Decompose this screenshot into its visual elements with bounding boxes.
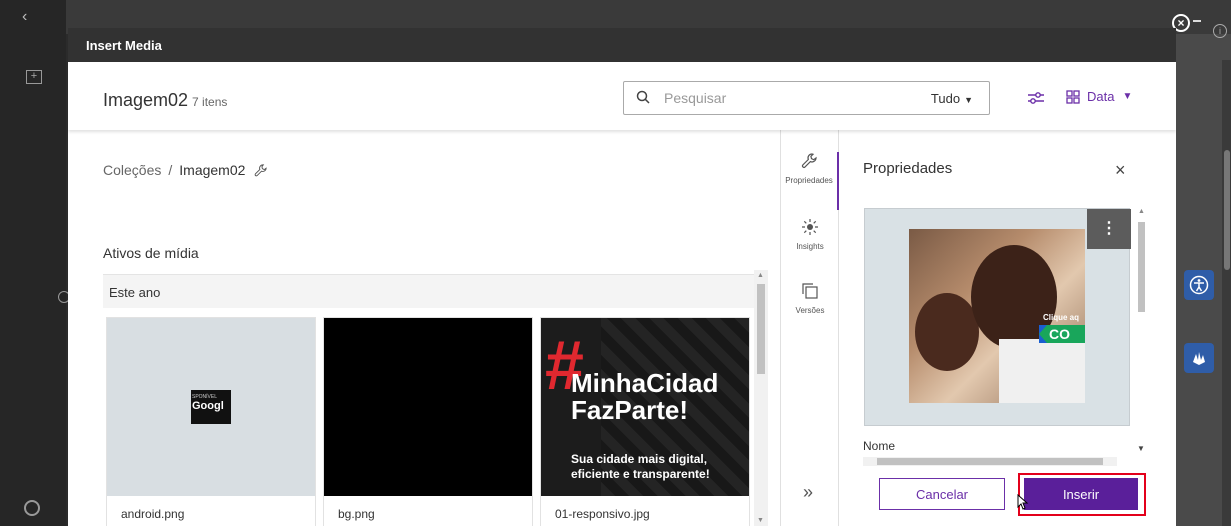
info-icon[interactable]: i — [1213, 24, 1227, 38]
rail-tab-properties[interactable]: Propriedades — [781, 152, 839, 210]
chevron-down-icon: ▼ — [1122, 91, 1133, 102]
properties-panel: Propriedades × Clique aq CO ⋮ ▲ Nome ▼ C… — [839, 130, 1176, 526]
versions-icon — [802, 283, 818, 299]
folder-title: Imagem02 7 itens — [103, 90, 227, 111]
rail-label: Versões — [795, 306, 825, 315]
breadcrumb-current: Imagem02 — [179, 162, 246, 178]
sun-icon — [802, 219, 818, 235]
image-shape — [915, 293, 979, 371]
asset-scrollbar[interactable]: ▲ ▼ — [754, 270, 768, 526]
accessibility-icon — [1189, 275, 1209, 295]
image-shape — [999, 339, 1085, 403]
asset-card[interactable]: # MinhaCidad FazParte! Sua cidade mais di… — [540, 317, 750, 526]
search-icon — [636, 90, 650, 104]
asset-thumbnail: # MinhaCidad FazParte! Sua cidade mais di… — [541, 318, 749, 496]
add-panel-icon[interactable]: + — [26, 70, 42, 84]
breadcrumb-separator: / — [168, 162, 173, 178]
rail-label: Insights — [796, 242, 824, 251]
asset-preview: Clique aq CO ⋮ — [864, 208, 1131, 426]
panel-scrollbar[interactable]: ▲ — [1136, 208, 1146, 458]
back-chevron-icon[interactable]: ‹ — [22, 8, 27, 26]
thumbnail-text: Googl — [192, 400, 224, 412]
name-field-label: Nome — [863, 439, 896, 453]
close-icon[interactable]: × — [1115, 160, 1126, 181]
thumbnail-text: SPONÍVEL — [192, 394, 218, 400]
breadcrumb: Coleções / Imagem02 — [103, 162, 268, 178]
wrench-icon — [801, 153, 817, 168]
scope-label: Tudo — [930, 91, 961, 106]
asset-browser: Coleções / Imagem02 Ativos de mídia Este… — [68, 130, 780, 526]
chevron-down-icon: ▼ — [964, 95, 973, 105]
item-count: 7 itens — [192, 95, 228, 109]
expand-rail-icon[interactable]: » — [803, 482, 813, 503]
help-icon[interactable] — [24, 500, 40, 516]
preview-cta-badge: CO — [1039, 325, 1085, 343]
rail-label: Propriedades — [785, 176, 833, 185]
dialog-header: Imagem027 itens Tudo▼ Data ▼ — [68, 62, 1176, 130]
horizontal-scrollbar[interactable] — [863, 457, 1117, 466]
thumbnail-text: MinhaCidad — [571, 368, 719, 398]
filter-sliders-icon[interactable] — [1026, 88, 1046, 108]
rail-tab-versions[interactable]: Versões — [781, 282, 839, 315]
section-title: Ativos de mídia — [103, 245, 199, 261]
scrollbar-thumb[interactable] — [877, 458, 1103, 465]
thumbnail-text: Sua cidade mais digital, — [571, 452, 708, 466]
scrollbar-thumb[interactable] — [757, 284, 765, 374]
search-input[interactable] — [664, 88, 904, 108]
background-scrollbar[interactable] — [1222, 60, 1231, 526]
asset-thumbnail — [324, 318, 532, 496]
side-rail: Propriedades Insights Versões » — [780, 130, 839, 526]
accessibility-button[interactable] — [1184, 270, 1214, 300]
thumbnail-text: eficiente e transparente! — [571, 467, 710, 481]
scroll-down-icon[interactable]: ▼ — [1137, 444, 1145, 453]
mouse-cursor-icon — [1017, 494, 1029, 510]
wrench-icon[interactable] — [253, 163, 268, 178]
preview-cta-text: Clique aq — [1043, 313, 1080, 322]
rail-tab-insights[interactable]: Insights — [781, 218, 839, 251]
minimize-icon[interactable] — [1193, 20, 1201, 22]
scroll-up-icon[interactable]: ▲ — [757, 272, 764, 279]
asset-thumbnail: SPONÍVEL Googl — [107, 318, 315, 496]
asset-filename: bg.png — [338, 507, 375, 521]
search-box[interactable]: Tudo▼ — [623, 81, 990, 115]
thumbnail-text: FazParte! — [571, 395, 689, 425]
dialog-title: Insert Media — [68, 28, 1176, 62]
asset-filename: android.png — [121, 507, 185, 521]
asset-card[interactable]: bg.png — [323, 317, 533, 526]
scroll-down-icon[interactable]: ▼ — [757, 517, 764, 524]
hands-icon — [1193, 352, 1205, 365]
sort-label: Data — [1087, 89, 1115, 104]
group-header: Este ano — [103, 274, 754, 308]
cancel-button[interactable]: Cancelar — [879, 478, 1005, 510]
scrollbar-thumb[interactable] — [1138, 222, 1145, 312]
background-scrollbar-thumb[interactable] — [1224, 150, 1230, 270]
insert-button-highlight: Inserir — [1018, 473, 1146, 516]
insert-button[interactable]: Inserir — [1024, 478, 1138, 510]
preview-image: Clique aq CO — [909, 229, 1085, 403]
view-sort-button[interactable]: Data ▼ — [1066, 89, 1132, 104]
asset-card[interactable]: SPONÍVEL Googl android.png — [106, 317, 316, 526]
more-options-icon[interactable]: ⋮ — [1087, 209, 1131, 249]
search-scope-dropdown[interactable]: Tudo ▼ — [931, 91, 973, 106]
folder-name: Imagem02 — [103, 90, 189, 110]
breadcrumb-root[interactable]: Coleções — [103, 162, 161, 178]
thumbnail-subtitle: Sua cidade mais digital, eficiente e tran… — [571, 452, 710, 482]
sign-language-button[interactable] — [1184, 343, 1214, 373]
asset-grid: SPONÍVEL Googl android.png bg.png # Minh… — [106, 317, 754, 526]
thumbnail-image: SPONÍVEL Googl — [191, 390, 231, 424]
thumbnail-headline: MinhaCidad FazParte! — [571, 370, 718, 424]
asset-filename: 01-responsivo.jpg — [555, 507, 650, 521]
grid-view-icon — [1066, 89, 1080, 104]
panel-title: Propriedades — [863, 160, 953, 177]
scroll-up-icon[interactable]: ▲ — [1138, 208, 1145, 215]
insert-media-dialog: Insert Media Imagem027 itens Tudo▼ Data … — [68, 28, 1176, 526]
